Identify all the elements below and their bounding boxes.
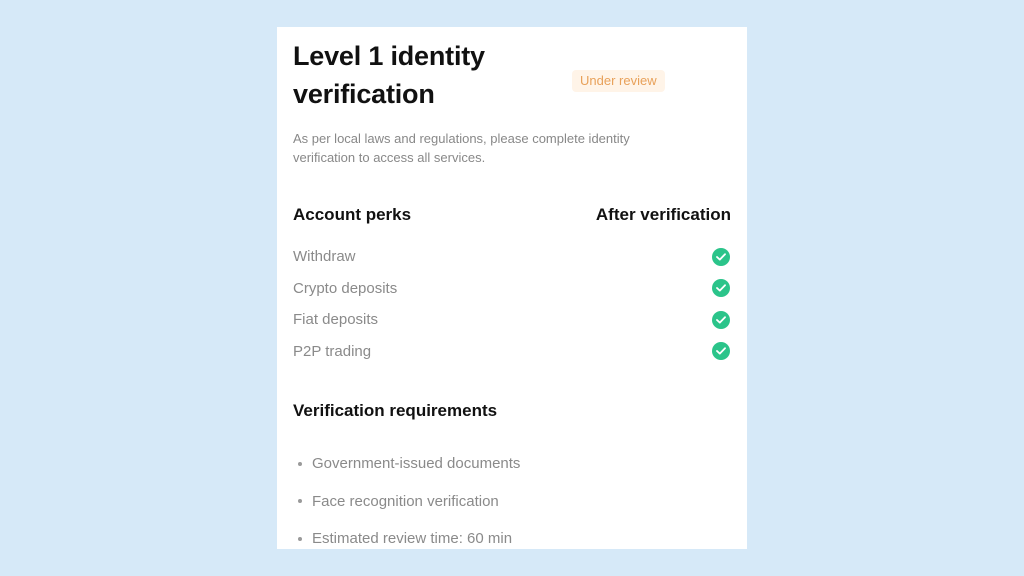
bullet-icon (298, 461, 302, 466)
requirement-item: Estimated review time: 60 min (293, 520, 731, 558)
check-circle-icon (712, 342, 730, 361)
check-circle-icon (712, 279, 730, 298)
verification-card: Level 1 identity verification Under revi… (277, 27, 747, 549)
perks-list: Withdraw Crypto deposits Fiat deposits P… (293, 241, 731, 367)
perk-label: Crypto deposits (293, 279, 398, 297)
requirement-item: Face recognition verification (293, 483, 731, 521)
account-perks-heading: Account perks (293, 205, 412, 224)
perks-header: Account perks After verification (293, 203, 731, 227)
perk-row-crypto-deposits: Crypto deposits (293, 273, 731, 305)
perk-row-p2p-trading: P2P trading (293, 336, 731, 368)
status-badge: Under review (572, 70, 665, 92)
bullet-icon (298, 499, 302, 504)
card-header: Level 1 identity verification Under revi… (293, 37, 731, 115)
requirement-label: Estimated review time: 60 min (312, 530, 513, 548)
page-title: Level 1 identity verification (293, 41, 485, 109)
bullet-icon (298, 536, 302, 541)
perk-row-withdraw: Withdraw (293, 241, 731, 273)
requirements-heading: Verification requirements (293, 401, 498, 420)
requirement-item: Government-issued documents (293, 445, 731, 483)
perk-label: Fiat deposits (293, 311, 379, 329)
after-verification-heading: After verification (595, 205, 731, 224)
requirement-label: Government-issued documents (312, 455, 521, 473)
check-circle-icon (712, 310, 730, 329)
perk-row-fiat-deposits: Fiat deposits (293, 304, 731, 336)
check-circle-icon (712, 247, 730, 266)
perk-label: P2P trading (293, 342, 372, 360)
description-text: As per local laws and regulations, pleas… (293, 131, 630, 165)
requirement-label: Face recognition verification (312, 492, 499, 510)
requirements-list: Government-issued documents Face recogni… (293, 445, 731, 558)
perk-label: Withdraw (293, 248, 356, 266)
